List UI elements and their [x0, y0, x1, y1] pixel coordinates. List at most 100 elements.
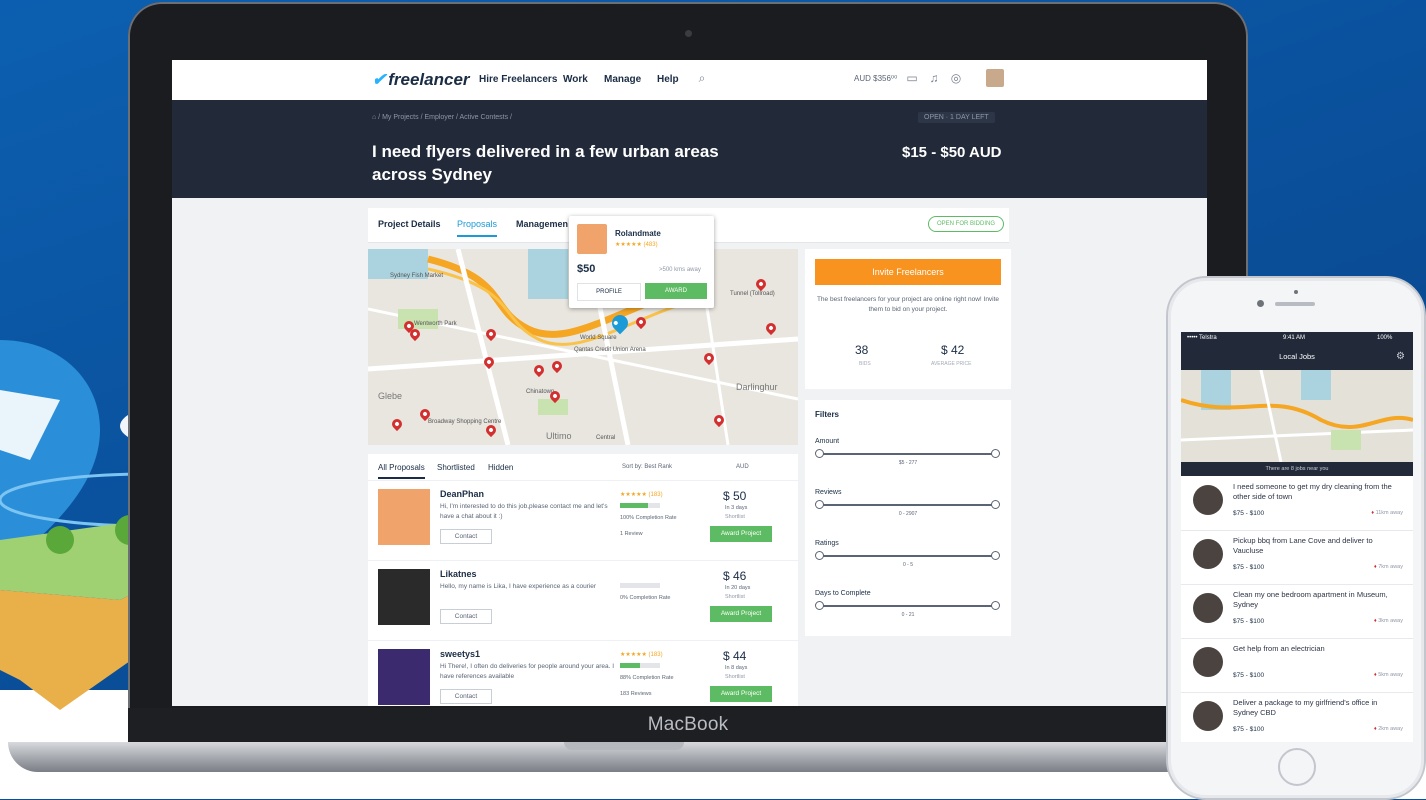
- map-label: Tunnel (Tollroad): [730, 291, 775, 297]
- breadcrumb[interactable]: ⌂ / My Projects / Employer / Active Cont…: [372, 114, 512, 121]
- job-distance-text: 11km away: [1375, 510, 1403, 516]
- list-item[interactable]: I need someone to get my dry cleaning fr…: [1181, 476, 1413, 531]
- list-item[interactable]: Pickup bbq from Lane Cove and deliver to…: [1181, 530, 1413, 585]
- filter-reviews-label: Reviews: [815, 489, 842, 496]
- slider-handle[interactable]: [991, 551, 1000, 560]
- bird-icon: ✔: [372, 70, 387, 89]
- bids-count: 38: [855, 343, 869, 357]
- gear-icon[interactable]: ⚙: [1396, 351, 1405, 362]
- user-avatar[interactable]: [986, 69, 1004, 87]
- phone-home-button[interactable]: [1278, 748, 1316, 786]
- award-project-button[interactable]: Award Project: [710, 686, 772, 702]
- list-item[interactable]: Deliver a package to my girlfriend's off…: [1181, 692, 1413, 742]
- location-pin-icon: ♦: [1373, 672, 1377, 678]
- phone-sensor: [1294, 290, 1298, 294]
- list-item[interactable]: Clean my one bedroom apartment in Museum…: [1181, 584, 1413, 639]
- tab-all-proposals[interactable]: All Proposals: [378, 463, 425, 479]
- award-project-button[interactable]: Award Project: [710, 526, 772, 542]
- slider-handle[interactable]: [991, 500, 1000, 509]
- messages-icon[interactable]: ▭: [904, 70, 920, 86]
- rating-bar-fill: [620, 503, 648, 508]
- phone-screen: ••••• Telstra 9:41 AM 100% Local Jobs ⚙ …: [1181, 332, 1413, 742]
- shortlist-link[interactable]: Shortlist: [725, 674, 745, 680]
- freelancer-name[interactable]: DeanPhan: [440, 489, 484, 499]
- job-distance: ♦ 2km away: [1374, 726, 1403, 732]
- job-title: I need someone to get my dry cleaning fr…: [1233, 482, 1392, 501]
- nav-hire-freelancers[interactable]: Hire Freelancers: [479, 74, 557, 85]
- battery: 100%: [1377, 335, 1393, 341]
- reviews-slider[interactable]: [819, 504, 995, 506]
- nav-manage[interactable]: Manage: [604, 74, 641, 85]
- notifications-bell-icon[interactable]: ♫: [926, 70, 942, 86]
- map-label: Glebe: [378, 391, 403, 401]
- award-project-button[interactable]: Award Project: [710, 606, 772, 622]
- contact-button[interactable]: Contact: [440, 609, 492, 624]
- location-pin-icon: ♦: [1373, 726, 1377, 732]
- profile-button[interactable]: PROFILE: [577, 283, 641, 301]
- popup-distance: >500 kms away: [659, 267, 701, 273]
- avatar: [1193, 539, 1223, 569]
- freelancer-name[interactable]: sweetys1: [440, 649, 480, 659]
- popup-freelancer-name[interactable]: Rolandmate: [615, 229, 661, 238]
- bids-label: BIDS: [859, 361, 871, 367]
- tab-management[interactable]: Managemen: [516, 219, 568, 229]
- tab-hidden[interactable]: Hidden: [488, 463, 513, 472]
- filter-days-label: Days to Complete: [815, 590, 871, 597]
- phone-map-roads: [1181, 370, 1413, 462]
- invite-description: The best freelancers for your project ar…: [816, 296, 1000, 313]
- location-pin-icon: ♦: [1373, 564, 1377, 570]
- slider-handle[interactable]: [815, 551, 824, 560]
- delivery-time: In 3 days: [725, 505, 748, 511]
- map-label: Wentworth Park: [414, 321, 457, 327]
- laptop-chin: MacBook: [128, 708, 1248, 742]
- ratings-slider[interactable]: [819, 555, 995, 557]
- filters-title: Filters: [815, 410, 840, 419]
- delivery-time: In 8 days: [725, 665, 748, 671]
- table-row[interactable]: DeanPhan Hi, I'm interested to do this j…: [368, 480, 798, 559]
- slider-handle[interactable]: [815, 449, 824, 458]
- tab-project-details[interactable]: Project Details: [378, 219, 441, 229]
- laptop-camera: [685, 30, 692, 37]
- contact-button[interactable]: Contact: [440, 689, 492, 704]
- list-item[interactable]: Get help from an electrician $75 - $100 …: [1181, 638, 1413, 693]
- project-header: ⌂ / My Projects / Employer / Active Cont…: [172, 100, 1207, 198]
- tab-proposals[interactable]: Proposals: [457, 219, 498, 237]
- location-pin-icon: ♦: [1371, 510, 1375, 516]
- settings-icon[interactable]: ◎: [948, 70, 964, 86]
- slider-handle[interactable]: [815, 500, 824, 509]
- contact-button[interactable]: Contact: [440, 529, 492, 544]
- amount-slider[interactable]: [819, 453, 995, 455]
- slider-handle[interactable]: [991, 601, 1000, 610]
- reviews-count: 1 Review: [620, 531, 643, 537]
- job-price: $75 - $100: [1233, 618, 1265, 625]
- filter-ratings-label: Ratings: [815, 540, 839, 547]
- award-button[interactable]: AWARD: [645, 283, 707, 299]
- tab-shortlisted[interactable]: Shortlisted: [437, 463, 475, 472]
- job-distance: ♦ 11km away: [1371, 510, 1403, 516]
- rating-bar: [620, 663, 660, 668]
- account-balance[interactable]: AUD $356⁰⁰: [854, 74, 897, 83]
- laptop-notch: [564, 742, 684, 750]
- table-row[interactable]: sweetys1 Hi There!, I often do deliverie…: [368, 640, 798, 706]
- freelancer-logo[interactable]: ✔ freelancer: [372, 70, 470, 90]
- slider-handle[interactable]: [815, 601, 824, 610]
- top-nav: ✔ freelancer Hire Freelancers Work Manage…: [172, 60, 1207, 101]
- job-title: Deliver a package to my girlfriend's off…: [1233, 698, 1378, 717]
- invite-freelancers-button[interactable]: Invite Freelancers: [815, 259, 1001, 285]
- table-row[interactable]: Likatnes Hello, my name is Lika, I have …: [368, 560, 798, 639]
- nav-help[interactable]: Help: [657, 74, 679, 85]
- days-slider[interactable]: [819, 605, 995, 607]
- job-price: $75 - $100: [1233, 510, 1265, 517]
- freelancer-name[interactable]: Likatnes: [440, 569, 477, 579]
- job-distance-text: 3km away: [1378, 618, 1403, 624]
- sort-dropdown[interactable]: Sort by: Best Rank: [622, 464, 672, 470]
- search-icon[interactable]: ⌕: [694, 70, 710, 86]
- job-price: $75 - $100: [1233, 672, 1265, 679]
- phone-camera: [1257, 300, 1264, 307]
- map-label: Central: [596, 435, 616, 441]
- nav-work[interactable]: Work: [563, 74, 588, 85]
- shortlist-link[interactable]: Shortlist: [725, 594, 745, 600]
- phone-map[interactable]: [1181, 370, 1413, 462]
- shortlist-link[interactable]: Shortlist: [725, 514, 745, 520]
- slider-handle[interactable]: [991, 449, 1000, 458]
